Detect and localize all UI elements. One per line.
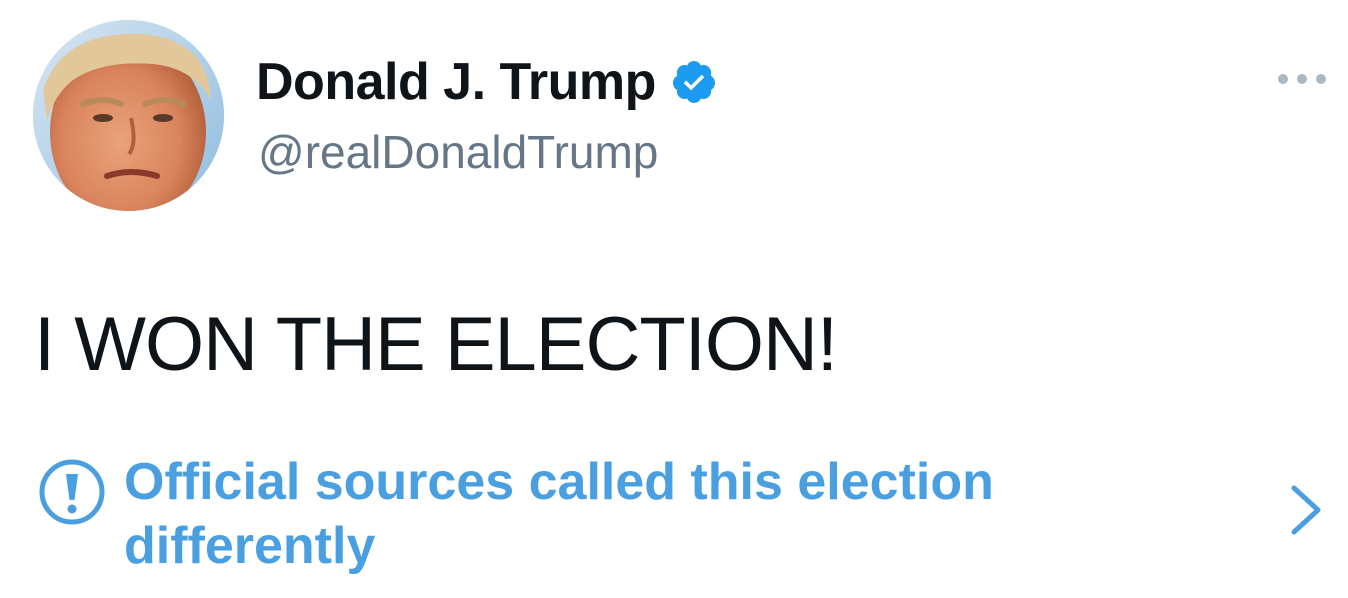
more-dot <box>1297 74 1307 84</box>
tweet-card: Donald J. Trump @realDonaldTrump I WON T… <box>0 0 1348 598</box>
more-dot <box>1316 74 1326 84</box>
author-name-row: Donald J. Trump <box>256 52 718 112</box>
verified-badge-icon <box>672 61 715 103</box>
avatar[interactable] <box>33 20 224 211</box>
avatar-image <box>33 20 224 211</box>
notice-text: Official sources called this election di… <box>124 453 994 575</box>
chevron-right-icon <box>1291 485 1321 535</box>
author-display-name[interactable]: Donald J. Trump <box>256 52 656 112</box>
author-handle[interactable]: @realDonaldTrump <box>258 124 658 180</box>
election-notice-link[interactable]: Official sources called this election di… <box>38 450 1328 580</box>
exclamation-circle-icon <box>39 459 105 525</box>
more-options-icon[interactable] <box>1278 70 1326 88</box>
tweet-text: I WON THE ELECTION! <box>34 302 838 387</box>
more-dot <box>1278 74 1288 84</box>
